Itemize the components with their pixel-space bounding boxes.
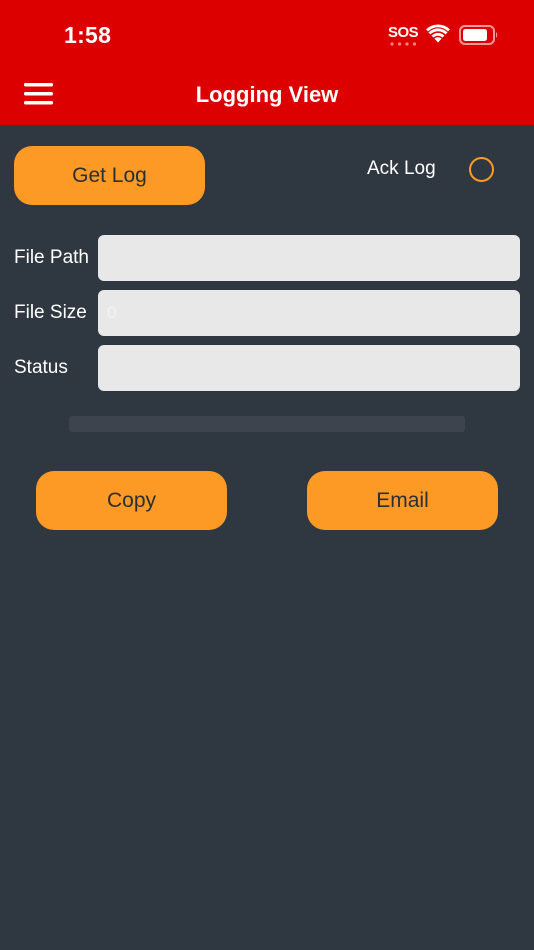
ack-log-radio[interactable] (469, 157, 494, 182)
file-path-label: File Path (14, 247, 89, 268)
progress-bar (69, 416, 465, 432)
file-size-label: File Size (14, 302, 87, 323)
status-label: Status (14, 357, 68, 378)
file-size-field[interactable] (98, 290, 520, 336)
sos-signal-dots-icon (390, 42, 417, 46)
status-time: 1:58 (64, 22, 112, 48)
email-button[interactable]: Email (307, 471, 498, 530)
file-path-field[interactable] (98, 235, 520, 281)
status-field[interactable] (98, 345, 520, 391)
ack-log-label: Ack Log (367, 158, 436, 179)
page-title: Logging View (195, 82, 339, 107)
wifi-icon (426, 24, 450, 43)
battery-icon (459, 25, 498, 45)
sos-indicator: SOS (388, 24, 419, 41)
copy-button[interactable]: Copy (36, 471, 227, 530)
status-bar: 1:58 SOS (0, 0, 534, 68)
get-log-button[interactable]: Get Log (14, 146, 205, 205)
